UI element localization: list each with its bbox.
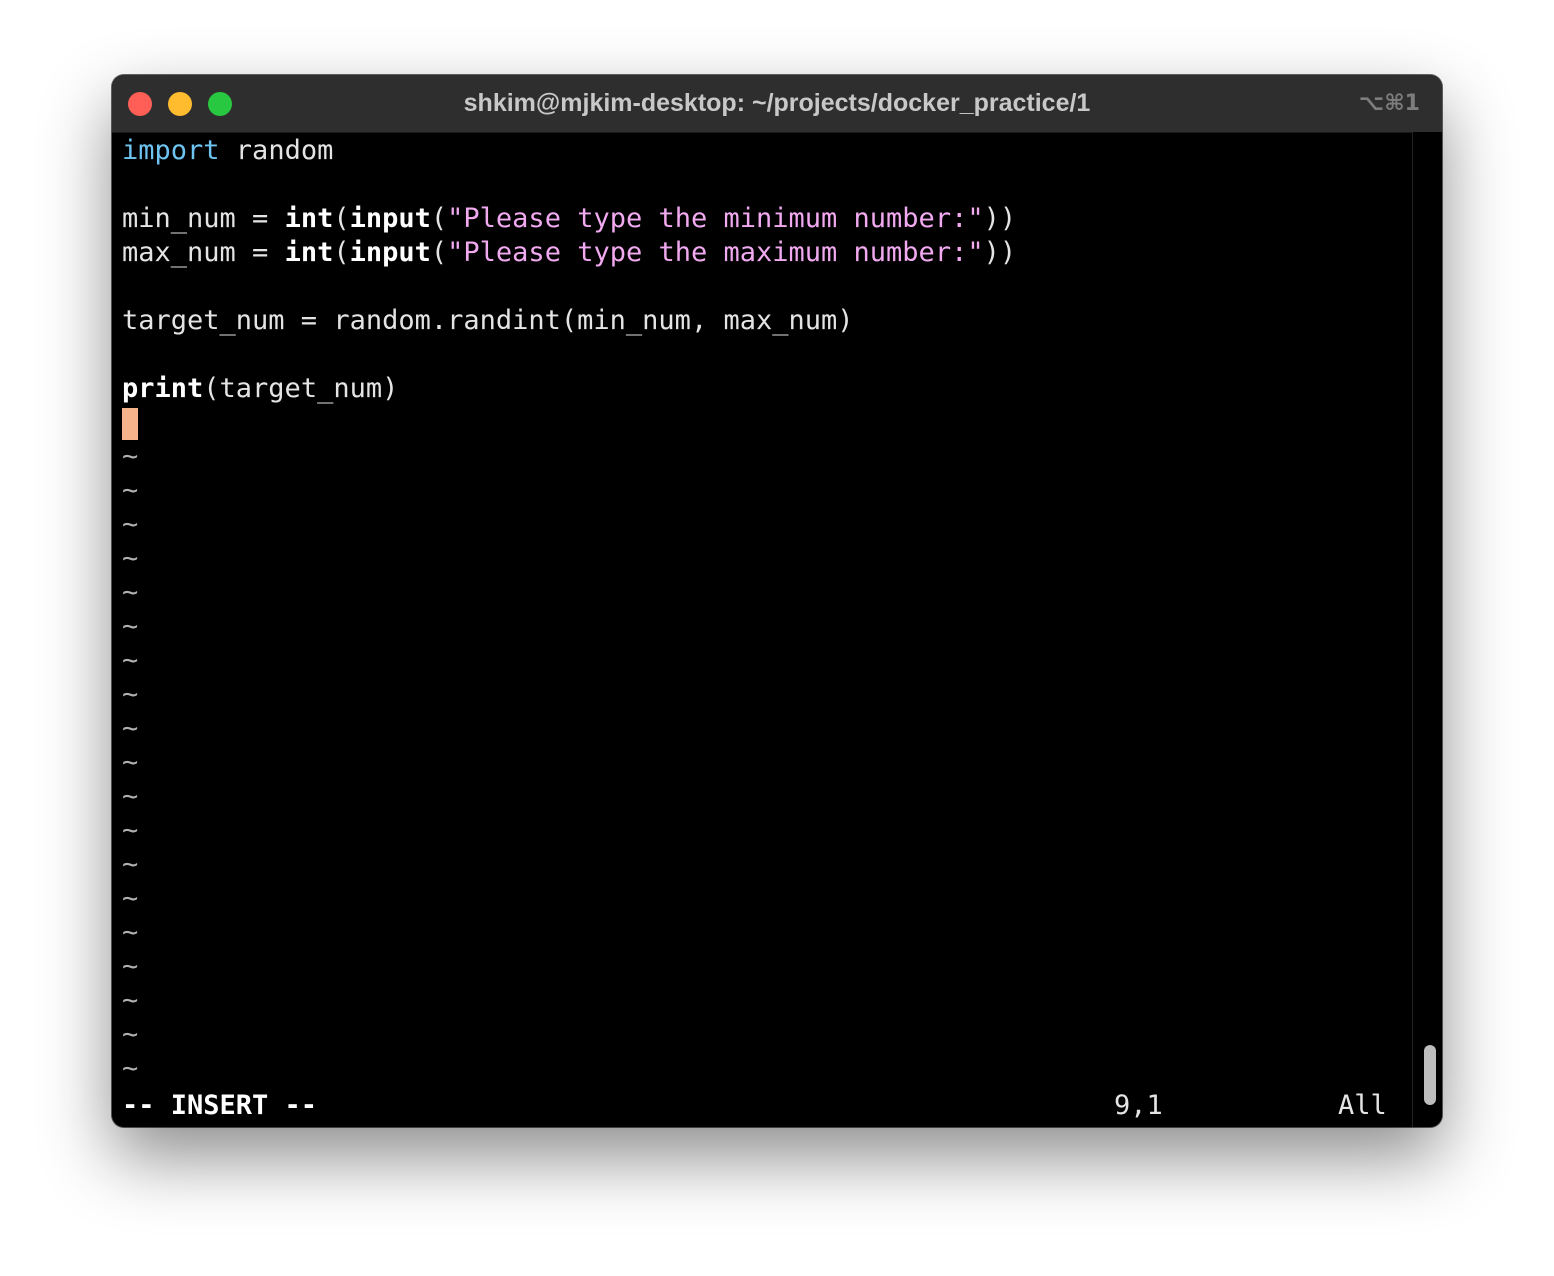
empty-line-marker: ~ [122, 883, 139, 914]
code-text: random [219, 135, 334, 166]
empty-line-marker: ~ [122, 475, 139, 506]
empty-line-marker: ~ [122, 917, 139, 948]
code-text: min_num = [122, 203, 285, 234]
code-line-3: min_num = int(input("Please type the min… [122, 202, 1412, 236]
empty-line-marker: ~ [122, 951, 139, 982]
string-literal: "Please type the minimum number:" [447, 203, 984, 234]
builtin-input: input [349, 237, 431, 268]
code-line-1: import random [122, 134, 1412, 168]
code-line-8: print(target_num) [122, 372, 1412, 406]
vim-status-line: -- INSERT -- 9,1 All [122, 1089, 1412, 1123]
code-text: (target_num) [203, 373, 399, 404]
terminal-window: shkim@mjkim-desktop: ~/projects/docker_p… [112, 75, 1442, 1127]
builtin-input: input [349, 203, 431, 234]
code-text: ( [333, 203, 350, 234]
empty-line-marker: ~ [122, 713, 139, 744]
code-text: max_num = [122, 237, 285, 268]
code-line-6: target_num = random.randint(min_num, max… [122, 304, 1412, 338]
mode-indicator: -- INSERT -- [122, 1090, 318, 1121]
cursor-position: 9,1 [1114, 1090, 1163, 1121]
empty-line-marker: ~ [122, 441, 139, 472]
empty-line-marker: ~ [122, 849, 139, 880]
code-text: ( [430, 237, 448, 268]
builtin-print: print [122, 373, 204, 404]
scrollbar[interactable] [1412, 132, 1442, 1127]
code-line-4: max_num = int(input("Please type the max… [122, 236, 1412, 270]
empty-line-marker: ~ [122, 985, 139, 1016]
empty-line-marker: ~ [122, 1053, 139, 1084]
code-line-9 [122, 406, 1412, 440]
builtin-int: int [284, 237, 334, 268]
empty-line-marker: ~ [122, 1019, 139, 1050]
text-cursor [122, 407, 138, 440]
empty-line-marker: ~ [122, 747, 139, 778]
keyword-import: import [122, 135, 220, 166]
code-text: ( [333, 237, 350, 268]
window-shortcut: ⌥⌘1 [1358, 91, 1420, 116]
empty-line-marker: ~ [122, 781, 139, 812]
code-text: )) [983, 237, 1017, 268]
scroll-position: All [1338, 1090, 1387, 1121]
string-literal: "Please type the maximum number:" [447, 237, 984, 268]
code-text: target_num = random.randint(min_num, max… [122, 305, 854, 336]
empty-line-marker: ~ [122, 815, 139, 846]
empty-line-marker: ~ [122, 679, 139, 710]
empty-line-marker: ~ [122, 543, 139, 574]
scrollbar-thumb[interactable] [1424, 1045, 1436, 1105]
builtin-int: int [284, 203, 334, 234]
empty-line-marker: ~ [122, 645, 139, 676]
empty-line-marker: ~ [122, 611, 139, 642]
empty-line-marker: ~ [122, 509, 139, 540]
code-text: ( [430, 203, 448, 234]
window-title: shkim@mjkim-desktop: ~/projects/docker_p… [463, 89, 1091, 117]
vim-editor[interactable]: import random min_num = int(input("Pleas… [122, 134, 1412, 1127]
code-text: )) [983, 203, 1017, 234]
empty-line-marker: ~ [122, 577, 139, 608]
title-bar[interactable]: shkim@mjkim-desktop: ~/projects/docker_p… [112, 75, 1442, 133]
